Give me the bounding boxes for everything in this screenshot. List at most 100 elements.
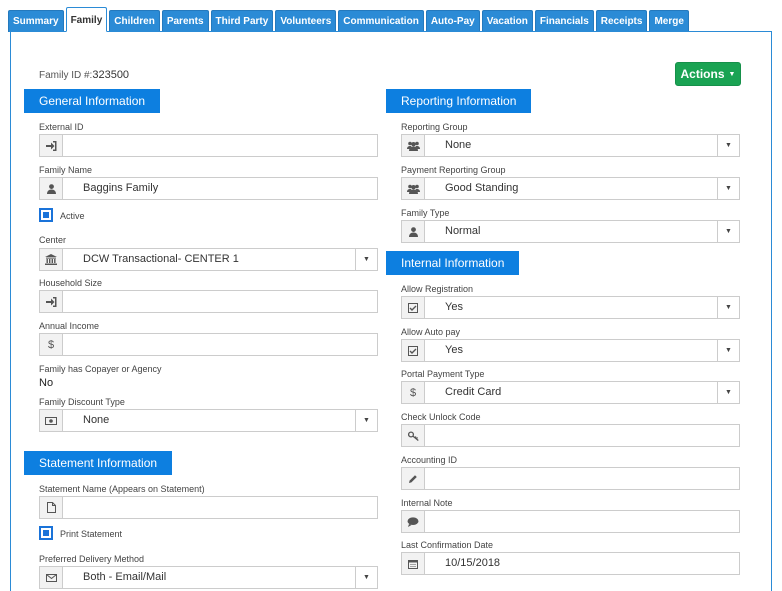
tab-bar: Summary Family Children Parents Third Pa… bbox=[8, 7, 691, 32]
reporting-group-select[interactable]: None ▼ bbox=[401, 134, 740, 157]
section-internal-information: Internal Information bbox=[386, 251, 520, 275]
payment-group-select[interactable]: Good Standing ▼ bbox=[401, 177, 740, 200]
tab-receipts[interactable]: Receipts bbox=[595, 10, 648, 32]
payment-group-label: Payment Reporting Group bbox=[401, 165, 506, 175]
caret-down-icon: ▼ bbox=[728, 70, 736, 78]
family-id-value: 323500 bbox=[92, 69, 130, 81]
family-type-select[interactable]: Normal ▼ bbox=[401, 220, 740, 243]
last-confirmation-field[interactable]: 10/15/2018 bbox=[401, 552, 740, 575]
dollar-icon: $ bbox=[40, 334, 63, 355]
user-icon bbox=[40, 178, 63, 199]
active-label: Active bbox=[60, 211, 85, 221]
section-reporting-information: Reporting Information bbox=[386, 89, 532, 113]
household-size-label: Household Size bbox=[39, 278, 103, 288]
check-unlock-field[interactable] bbox=[401, 424, 740, 447]
users-icon bbox=[402, 178, 425, 199]
accounting-id-field[interactable] bbox=[401, 467, 740, 490]
external-id-value bbox=[63, 135, 377, 156]
internal-note-field[interactable] bbox=[401, 510, 740, 533]
portal-payment-value: Credit Card bbox=[445, 386, 502, 398]
external-id-label: External ID bbox=[39, 122, 84, 132]
tab-family[interactable]: Family bbox=[65, 7, 108, 32]
check-square-icon bbox=[402, 340, 425, 361]
user-icon bbox=[402, 221, 425, 242]
actions-button[interactable]: Actions ▼ bbox=[675, 62, 741, 86]
tab-financials[interactable]: Financials bbox=[534, 10, 594, 32]
portal-payment-label: Portal Payment Type bbox=[401, 369, 485, 379]
key-icon bbox=[402, 425, 425, 446]
copayer-value: No bbox=[39, 377, 54, 389]
internal-note-label: Internal Note bbox=[401, 498, 453, 508]
tab-communication[interactable]: Communication bbox=[338, 10, 424, 32]
money-icon bbox=[40, 410, 63, 431]
household-size-value bbox=[63, 291, 377, 312]
tab-volunteers[interactable]: Volunteers bbox=[275, 10, 337, 32]
family-id: Family ID #:323500 bbox=[39, 69, 129, 81]
chevron-down-icon: ▼ bbox=[355, 567, 377, 588]
internal-note-value bbox=[425, 511, 739, 532]
annual-income-value bbox=[63, 334, 377, 355]
household-size-field[interactable] bbox=[39, 290, 378, 313]
delivery-method-value: Both - Email/Mail bbox=[83, 571, 167, 583]
check-unlock-label: Check Unlock Code bbox=[401, 412, 481, 422]
chevron-down-icon: ▼ bbox=[717, 297, 739, 318]
center-value: DCW Transactional- CENTER 1 bbox=[83, 253, 239, 265]
last-confirmation-label: Last Confirmation Date bbox=[401, 540, 494, 550]
statement-name-value bbox=[63, 497, 377, 518]
chevron-down-icon: ▼ bbox=[717, 382, 739, 403]
file-icon bbox=[40, 497, 63, 518]
center-label: Center bbox=[39, 235, 67, 245]
sign-in-icon bbox=[40, 291, 63, 312]
reporting-group-label: Reporting Group bbox=[401, 122, 468, 132]
users-icon bbox=[402, 135, 425, 156]
comment-icon bbox=[402, 511, 425, 532]
sign-in-icon bbox=[40, 135, 63, 156]
check-square-icon bbox=[402, 297, 425, 318]
chevron-down-icon: ▼ bbox=[717, 221, 739, 242]
chevron-down-icon: ▼ bbox=[717, 340, 739, 361]
bank-icon bbox=[40, 249, 63, 270]
chevron-down-icon: ▼ bbox=[355, 410, 377, 431]
tab-parents[interactable]: Parents bbox=[161, 10, 209, 32]
portal-payment-select[interactable]: $ Credit Card ▼ bbox=[401, 381, 740, 404]
allow-autopay-select[interactable]: Yes ▼ bbox=[401, 339, 740, 362]
print-statement-checkbox[interactable] bbox=[39, 526, 53, 540]
chevron-down-icon: ▼ bbox=[717, 178, 739, 199]
center-select[interactable]: DCW Transactional- CENTER 1 ▼ bbox=[39, 248, 378, 271]
section-general-information: General Information bbox=[24, 89, 161, 113]
statement-name-label: Statement Name (Appears on Statement) bbox=[39, 484, 205, 494]
discount-type-label: Family Discount Type bbox=[39, 397, 125, 407]
statement-name-field[interactable] bbox=[39, 496, 378, 519]
calendar-icon bbox=[402, 553, 425, 574]
allow-autopay-value: Yes bbox=[445, 344, 463, 356]
allow-registration-label: Allow Registration bbox=[401, 284, 474, 294]
print-statement-label: Print Statement bbox=[60, 529, 123, 539]
tab-vacation[interactable]: Vacation bbox=[481, 10, 533, 32]
tab-children[interactable]: Children bbox=[109, 10, 160, 32]
tab-auto-pay[interactable]: Auto-Pay bbox=[425, 10, 480, 32]
delivery-method-label: Preferred Delivery Method bbox=[39, 554, 145, 564]
delivery-method-select[interactable]: Both - Email/Mail ▼ bbox=[39, 566, 378, 589]
allow-registration-select[interactable]: Yes ▼ bbox=[401, 296, 740, 319]
family-name-label: Family Name bbox=[39, 165, 93, 175]
external-id-field[interactable] bbox=[39, 134, 378, 157]
discount-type-select[interactable]: None ▼ bbox=[39, 409, 378, 432]
discount-type-value: None bbox=[83, 414, 110, 426]
tab-summary[interactable]: Summary bbox=[8, 10, 64, 32]
accounting-id-value bbox=[425, 468, 739, 489]
annual-income-field[interactable]: $ bbox=[39, 333, 378, 356]
family-id-label: Family ID #: bbox=[39, 70, 93, 81]
tab-third-party[interactable]: Third Party bbox=[210, 10, 274, 32]
accounting-id-label: Accounting ID bbox=[401, 455, 458, 465]
section-statement-information: Statement Information bbox=[24, 451, 173, 475]
reporting-group-value: None bbox=[445, 139, 472, 151]
tab-merge[interactable]: Merge bbox=[649, 10, 689, 32]
active-checkbox[interactable] bbox=[39, 208, 53, 222]
family-name-field[interactable]: Baggins Family bbox=[39, 177, 378, 200]
envelope-icon bbox=[40, 567, 63, 588]
allow-autopay-label: Allow Auto pay bbox=[401, 327, 461, 337]
chevron-down-icon: ▼ bbox=[717, 135, 739, 156]
allow-registration-value: Yes bbox=[445, 301, 463, 313]
pencil-icon bbox=[402, 468, 425, 489]
dollar-icon: $ bbox=[402, 382, 425, 403]
